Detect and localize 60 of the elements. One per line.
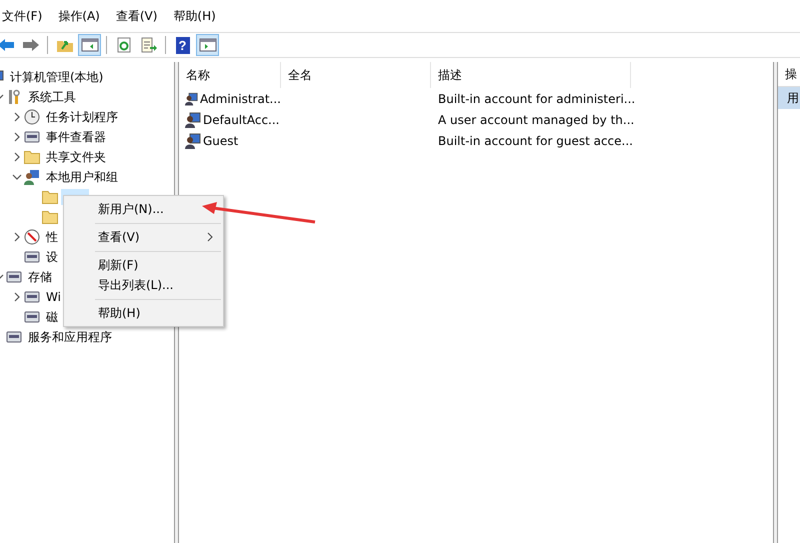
tree-item[interactable]: 存储 (25, 268, 55, 286)
folder-icon (42, 190, 58, 204)
expand-chevron-icon[interactable] (12, 232, 22, 242)
pane-icon (80, 37, 98, 53)
context-menu-item[interactable]: 帮助(H) (98, 303, 140, 323)
folder-icon (42, 210, 58, 224)
tree-item[interactable]: Wi (43, 289, 64, 305)
tree-item[interactable]: 服务和应用程序 (25, 328, 115, 346)
context-menu-item[interactable]: 导出列表(L)... (98, 275, 174, 295)
tree-item[interactable]: 计算机管理(本地) (7, 68, 106, 86)
users-icon (24, 169, 40, 185)
user-description: Built-in account for guest acce... (437, 134, 631, 148)
console-icon (24, 249, 40, 265)
toolbar-button[interactable] (196, 34, 219, 56)
column-header[interactable]: 全名 (281, 62, 431, 88)
user-icon (185, 90, 198, 106)
menu-item[interactable]: 帮助(H) (167, 8, 224, 24)
tree-item[interactable]: 任务计划程序 (43, 108, 121, 126)
clock-icon (24, 109, 40, 125)
context-menu-item[interactable]: 刷新(F) (98, 255, 138, 275)
user-name: DefaultAcc... (203, 112, 280, 126)
user-icon (185, 112, 201, 128)
context-menu-item[interactable]: 查看(V) (98, 227, 140, 247)
user-name: Administrat... (200, 92, 281, 106)
user-description: A user account managed by th... (437, 112, 631, 126)
expand-chevron-icon[interactable] (12, 112, 22, 122)
tree-item[interactable]: 系统工具 (25, 88, 79, 106)
console-icon (24, 289, 40, 305)
tree-item[interactable]: 性 (43, 228, 61, 246)
expand-chevron-icon[interactable] (12, 152, 22, 162)
user-name: Guest (203, 134, 238, 148)
tree-item[interactable]: 设 (43, 248, 61, 266)
tree-item[interactable]: 本地用户和组 (43, 168, 121, 186)
tree-item[interactable]: 磁 (43, 308, 61, 326)
menu-item[interactable]: 操作(A) (52, 8, 108, 24)
context-menu-item[interactable]: 新用户(N)... (98, 199, 164, 219)
tree-item[interactable]: 共享文件夹 (43, 148, 109, 166)
column-header[interactable]: 名称 (179, 62, 281, 88)
toolbar-button[interactable] (78, 34, 101, 56)
user-icon (185, 132, 201, 148)
tools-icon (6, 89, 22, 105)
console-icon (6, 329, 22, 345)
console-icon (24, 309, 40, 325)
left-arrow-icon (0, 37, 14, 53)
folder-icon (24, 150, 40, 164)
refresh-icon (114, 37, 132, 53)
tree-item[interactable]: 事件查看器 (43, 128, 109, 146)
export-icon (140, 37, 158, 53)
menu-item[interactable]: 文件(F) (0, 8, 50, 24)
gauge-icon (24, 229, 40, 245)
pane-icon (198, 37, 216, 53)
column-header[interactable]: 描述 (431, 62, 631, 88)
right-arrow-icon (22, 37, 40, 53)
expand-chevron-icon[interactable] (12, 132, 22, 142)
console-icon (6, 269, 22, 285)
expand-chevron-icon[interactable] (12, 292, 22, 302)
actions-section[interactable]: 用 (778, 87, 800, 109)
console-icon (24, 129, 40, 145)
help-button[interactable]: ? (171, 34, 194, 56)
menu-item[interactable]: 查看(V) (110, 8, 166, 24)
